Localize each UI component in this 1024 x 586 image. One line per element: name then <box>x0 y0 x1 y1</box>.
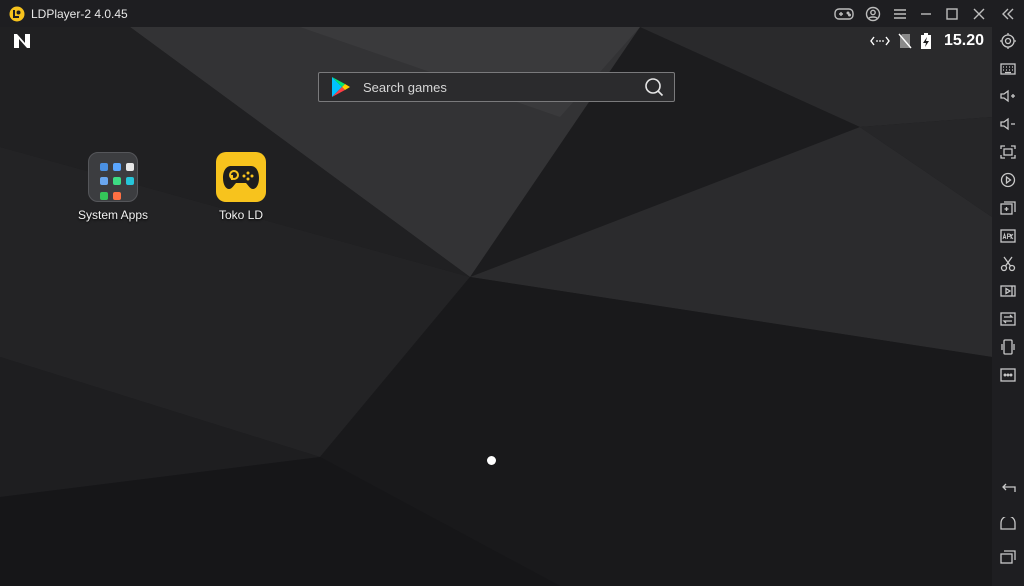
search-placeholder: Search games <box>363 79 447 95</box>
screen-record-icon <box>1000 172 1016 188</box>
app-system-apps[interactable]: System Apps <box>63 152 163 222</box>
gamepad-icon <box>834 7 854 20</box>
system-apps-folder-icon <box>88 152 138 202</box>
minimize-button[interactable] <box>913 0 939 27</box>
fullscreen-button[interactable] <box>998 142 1018 162</box>
more-button[interactable] <box>998 365 1018 385</box>
keyboard-mapping-button[interactable] <box>998 59 1018 79</box>
collapse-sidebar-button[interactable] <box>995 0 1021 27</box>
app-label: Toko LD <box>218 208 264 222</box>
more-icon <box>1000 368 1016 382</box>
back-button[interactable] <box>998 479 1018 499</box>
maximize-icon <box>946 7 958 20</box>
menu-icon <box>894 8 906 19</box>
google-play-icon <box>332 77 350 97</box>
gamepad-button[interactable] <box>831 0 857 27</box>
close-button[interactable] <box>966 0 992 27</box>
account-icon <box>865 6 881 21</box>
no-sim-icon <box>898 33 912 49</box>
ldplayer-window: LDPlayer-2 4.0.45 15.20 Search games Sys… <box>0 0 1024 586</box>
launcher-n-icon <box>14 34 30 48</box>
keyboard-mapping-icon <box>1000 63 1016 75</box>
android-screen[interactable]: 15.20 Search games System Apps Toko LD <box>0 27 992 586</box>
battery-charging-icon <box>920 33 931 49</box>
recent-apps-button[interactable] <box>998 547 1018 567</box>
close-icon <box>973 8 985 19</box>
fullscreen-icon <box>1000 145 1016 159</box>
sync-button[interactable] <box>998 309 1018 329</box>
home-icon <box>1000 517 1016 530</box>
settings-icon <box>1000 33 1016 49</box>
search-icon[interactable] <box>644 77 664 97</box>
install-apk-button[interactable] <box>998 226 1018 246</box>
sync-icon <box>1000 312 1016 326</box>
account-button[interactable] <box>860 0 886 27</box>
back-icon <box>1002 483 1016 492</box>
maximize-button[interactable] <box>939 0 965 27</box>
data-transfer-icon <box>870 36 890 46</box>
app-label: System Apps <box>77 208 149 222</box>
settings-button[interactable] <box>998 31 1018 51</box>
right-toolbar <box>992 27 1024 586</box>
recent-apps-icon <box>1000 550 1016 564</box>
search-games-bar[interactable]: Search games <box>318 72 675 102</box>
window-title: LDPlayer-2 4.0.45 <box>31 6 128 21</box>
ldplayer-logo-icon <box>9 6 25 21</box>
title-bar: LDPlayer-2 4.0.45 <box>0 0 1024 27</box>
install-apk-icon <box>1000 229 1016 243</box>
status-icons: 15.20 <box>870 30 984 52</box>
volume-up-icon <box>1000 89 1015 103</box>
volume-down-button[interactable] <box>998 114 1018 134</box>
home-button[interactable] <box>998 514 1018 534</box>
clock: 15.20 <box>943 32 984 49</box>
shake-button[interactable] <box>998 337 1018 357</box>
video-button[interactable] <box>998 281 1018 301</box>
volume-up-button[interactable] <box>998 86 1018 106</box>
add-instance-icon <box>1000 201 1016 215</box>
screenshot-icon <box>1000 256 1016 272</box>
shake-icon <box>1001 339 1015 355</box>
collapse-sidebar-icon <box>1002 8 1014 19</box>
minimize-icon <box>921 12 931 15</box>
volume-down-icon <box>1000 117 1015 131</box>
video-icon <box>1000 285 1016 297</box>
menu-button[interactable] <box>887 0 913 27</box>
screenshot-button[interactable] <box>998 254 1018 274</box>
app-toko-ld[interactable]: Toko LD <box>191 152 291 222</box>
wallpaper <box>0 27 992 586</box>
add-instance-button[interactable] <box>998 198 1018 218</box>
page-indicator-dot <box>487 456 496 465</box>
screen-record-button[interactable] <box>998 170 1018 190</box>
toko-ld-gamepad-icon <box>216 152 266 202</box>
status-bar: 15.20 <box>0 27 992 55</box>
